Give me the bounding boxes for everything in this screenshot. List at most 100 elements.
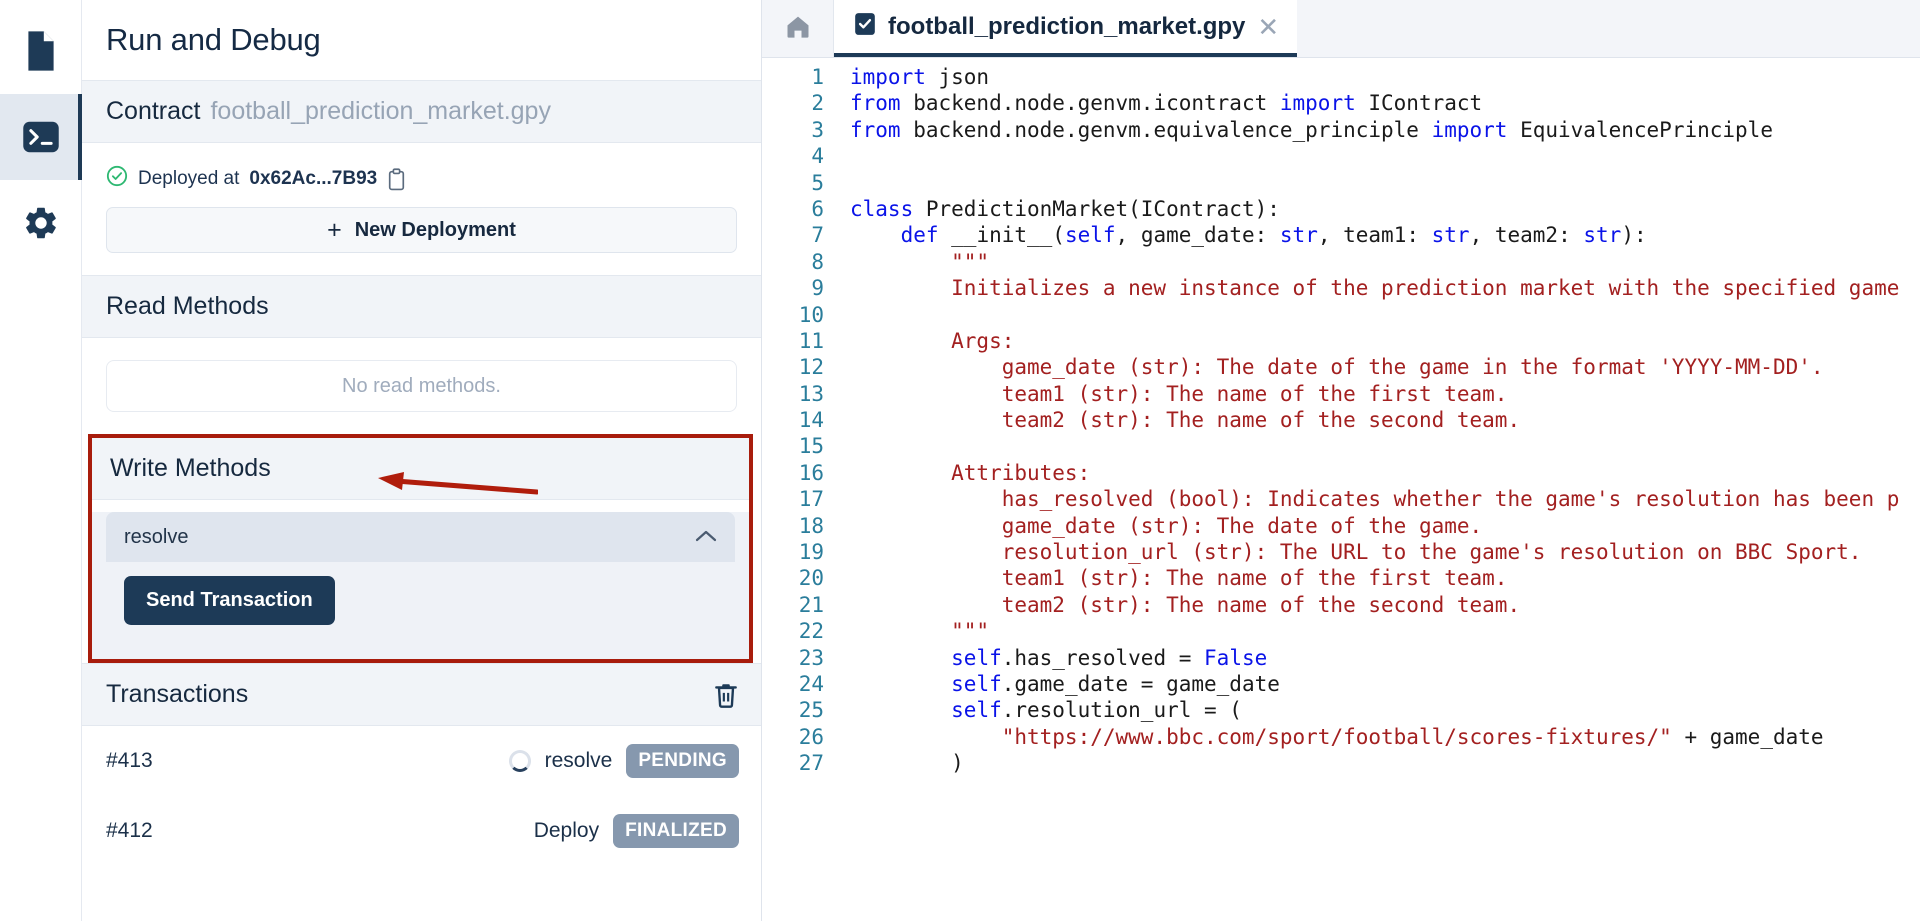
code-line: Args:: [850, 328, 1920, 354]
checked-file-icon: [854, 12, 876, 41]
table-row[interactable]: #412 Deploy FINALIZED: [82, 796, 761, 866]
transaction-method: resolve: [545, 749, 613, 773]
clipboard-icon[interactable]: [387, 168, 406, 191]
line-number: 18: [762, 513, 824, 539]
tab-football-prediction-market[interactable]: football_prediction_market.gpy ✕: [834, 0, 1297, 57]
gear-icon: [22, 204, 60, 242]
transactions-list: #413 resolve PENDING #412 Deploy FINALIZ…: [82, 726, 761, 866]
code-line: ): [850, 750, 1920, 776]
line-number: 9: [762, 275, 824, 301]
terminal-icon: [22, 118, 60, 156]
trash-icon[interactable]: [713, 681, 739, 709]
method-select-resolve[interactable]: resolve: [106, 512, 735, 562]
line-number: 7: [762, 222, 824, 248]
code-line: import json: [850, 64, 1920, 90]
code-line: self.has_resolved = False: [850, 645, 1920, 671]
deployed-label: Deployed at: [138, 168, 239, 190]
line-number: 19: [762, 539, 824, 565]
line-number: 3: [762, 117, 824, 143]
activity-item-file-explorer[interactable]: [0, 8, 82, 94]
line-number: 4: [762, 143, 824, 169]
write-methods-header: Write Methods: [92, 438, 749, 500]
code-line: from backend.node.genvm.icontract import…: [850, 90, 1920, 116]
code-line: def __init__(self, game_date: str, team1…: [850, 222, 1920, 248]
line-number: 20: [762, 565, 824, 591]
code-line: resolution_url (str): The URL to the gam…: [850, 539, 1920, 565]
line-number: 8: [762, 249, 824, 275]
code-line: from backend.node.genvm.equivalence_prin…: [850, 117, 1920, 143]
code-line: """: [850, 249, 1920, 275]
line-number: 15: [762, 433, 824, 459]
code-line: team1 (str): The name of the first team.: [850, 381, 1920, 407]
code-line: Initializes a new instance of the predic…: [850, 275, 1920, 301]
code-line: team1 (str): The name of the first team.: [850, 565, 1920, 591]
status-badge: PENDING: [626, 744, 739, 778]
code-line: [850, 302, 1920, 328]
read-methods-empty: No read methods.: [106, 360, 737, 412]
line-number: 1: [762, 64, 824, 90]
code-viewport[interactable]: 1234567891011121314151617181920212223242…: [762, 58, 1920, 921]
line-number: 5: [762, 170, 824, 196]
application-root: Run and Debug Contract football_predictio…: [0, 0, 1920, 921]
code-editor: football_prediction_market.gpy ✕ 1234567…: [762, 0, 1920, 921]
code-line: game_date (str): The date of the game.: [850, 513, 1920, 539]
write-methods-title: Write Methods: [110, 454, 271, 483]
contract-file-name: football_prediction_market.gpy: [210, 97, 550, 125]
send-transaction-button[interactable]: Send Transaction: [124, 576, 335, 625]
line-number: 10: [762, 302, 824, 328]
home-tab-button[interactable]: [762, 0, 834, 57]
code-line: self.resolution_url = (: [850, 697, 1920, 723]
check-circle-icon: [106, 165, 128, 193]
code-line: [850, 433, 1920, 459]
transactions-title: Transactions: [106, 680, 248, 709]
line-number: 11: [762, 328, 824, 354]
status-badge: FINALIZED: [613, 814, 739, 848]
new-deployment-label: New Deployment: [355, 219, 516, 242]
line-number: 24: [762, 671, 824, 697]
line-number: 23: [762, 645, 824, 671]
activity-bar: [0, 0, 82, 921]
run-and-debug-panel: Run and Debug Contract football_predictio…: [82, 0, 762, 921]
code-line: [850, 143, 1920, 169]
line-number: 13: [762, 381, 824, 407]
line-number: 22: [762, 618, 824, 644]
line-number: 12: [762, 354, 824, 380]
code-content[interactable]: import jsonfrom backend.node.genvm.icont…: [838, 64, 1920, 921]
line-number: 16: [762, 460, 824, 486]
read-methods-title: Read Methods: [106, 292, 269, 321]
code-line: "https://www.bbc.com/sport/football/scor…: [850, 724, 1920, 750]
contract-label: Contract: [106, 97, 200, 125]
activity-item-run-and-debug[interactable]: [0, 94, 82, 180]
pending-spinner-icon: [509, 750, 531, 772]
close-icon[interactable]: ✕: [1257, 14, 1279, 40]
transaction-id: #412: [106, 819, 153, 843]
transactions-header: Transactions: [82, 663, 761, 726]
code-line: has_resolved (bool): Indicates whether t…: [850, 486, 1920, 512]
write-methods-region: Write Methods resolve Send Transaction: [88, 434, 753, 663]
transaction-method: Deploy: [534, 819, 599, 843]
code-line: """: [850, 618, 1920, 644]
line-number-gutter: 1234567891011121314151617181920212223242…: [762, 64, 838, 921]
activity-item-settings[interactable]: [0, 180, 82, 266]
code-line: self.game_date = game_date: [850, 671, 1920, 697]
page-title: Run and Debug: [82, 0, 761, 80]
code-line: team2 (str): The name of the second team…: [850, 592, 1920, 618]
table-row[interactable]: #413 resolve PENDING: [82, 726, 761, 796]
line-number: 17: [762, 486, 824, 512]
line-number: 26: [762, 724, 824, 750]
line-number: 27: [762, 750, 824, 776]
code-line: team2 (str): The name of the second team…: [850, 407, 1920, 433]
method-select-value: resolve: [124, 526, 188, 549]
file-icon: [24, 30, 58, 72]
line-number: 6: [762, 196, 824, 222]
new-deployment-button[interactable]: + New Deployment: [106, 207, 737, 253]
deployed-address: 0x62Ac...7B93: [249, 168, 377, 190]
chevron-up-icon: [695, 526, 717, 549]
line-number: 14: [762, 407, 824, 433]
line-number: 25: [762, 697, 824, 723]
code-line: Attributes:: [850, 460, 1920, 486]
code-line: [850, 170, 1920, 196]
home-icon: [783, 12, 813, 45]
editor-tabbar: football_prediction_market.gpy ✕: [762, 0, 1920, 58]
method-parameters-panel: Send Transaction: [106, 562, 735, 641]
